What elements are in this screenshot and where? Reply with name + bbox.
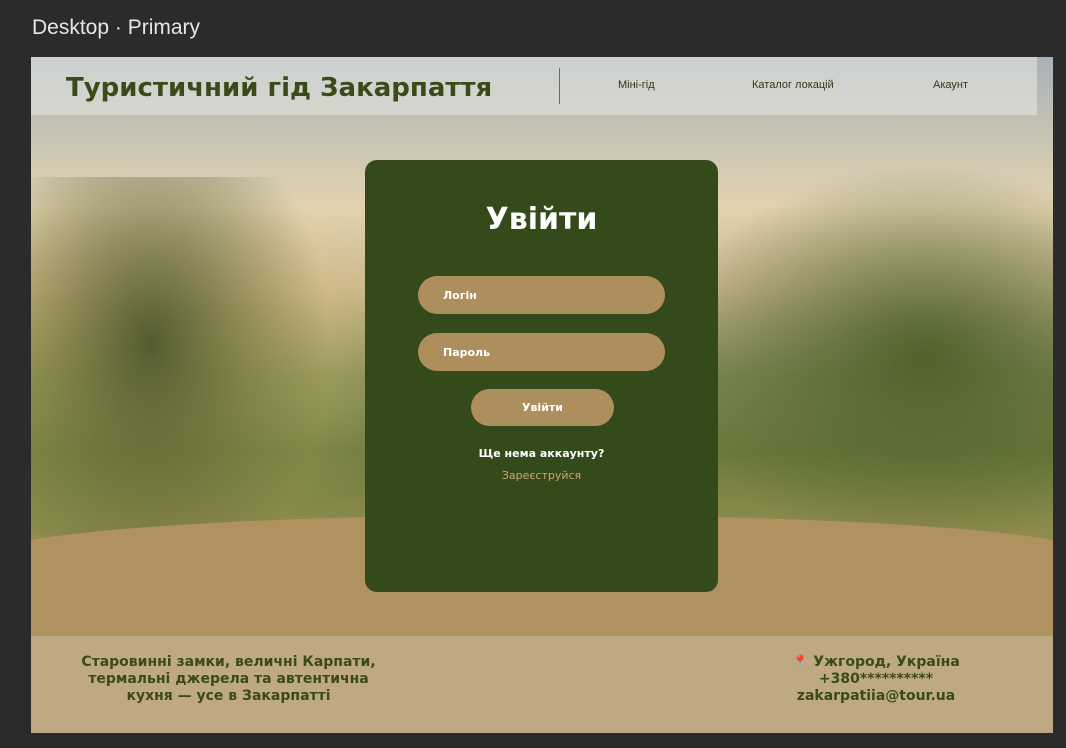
nav-item-mini-guide[interactable]: Міні-гід [618,79,655,91]
login-card: Увійти Увійти Ще нема аккаунту? Зареєстр… [365,160,718,592]
nav-item-account[interactable]: Акаунт [933,79,968,91]
password-field[interactable] [418,333,665,371]
email-text[interactable]: zakarpatiia@tour.ua [771,688,981,705]
tagline-line: Старовинні замки, величні Карпати, [81,654,376,670]
artboard: Туристичний гід Закарпаття Міні-гід Ката… [31,57,1053,733]
footer: Старовинні замки, величні Карпати, терма… [31,636,1053,733]
site-title[interactable]: Туристичний гід Закарпаття [66,73,492,103]
no-account-text: Ще нема аккаунту? [478,447,605,460]
phone-text: +380********** [818,671,934,687]
header-bar: Туристичний гід Закарпаття Міні-гід Ката… [31,57,1037,115]
footer-contacts: 📍 Ужгород, Україна +380********** zakarp… [771,654,981,705]
login-field[interactable] [418,276,665,314]
location-text: Ужгород, Україна [813,654,960,670]
header-divider [559,68,560,104]
login-title: Увійти [485,202,598,237]
frame-label: Desktop · Primary [32,16,201,39]
mountain-right [673,167,1053,547]
nav-item-catalog[interactable]: Каталог локацій [752,79,834,91]
register-link[interactable]: Зареєструйся [365,469,718,482]
map-pin-icon: 📍 [792,655,809,670]
location-line: 📍 Ужгород, Україна [771,654,981,671]
tagline-line: кухня — усе в Закарпатті [126,688,331,704]
footer-tagline: Старовинні замки, величні Карпати, терма… [71,654,386,705]
login-button[interactable]: Увійти [471,389,614,426]
tagline-line: термальні джерела та автентична [88,671,369,687]
